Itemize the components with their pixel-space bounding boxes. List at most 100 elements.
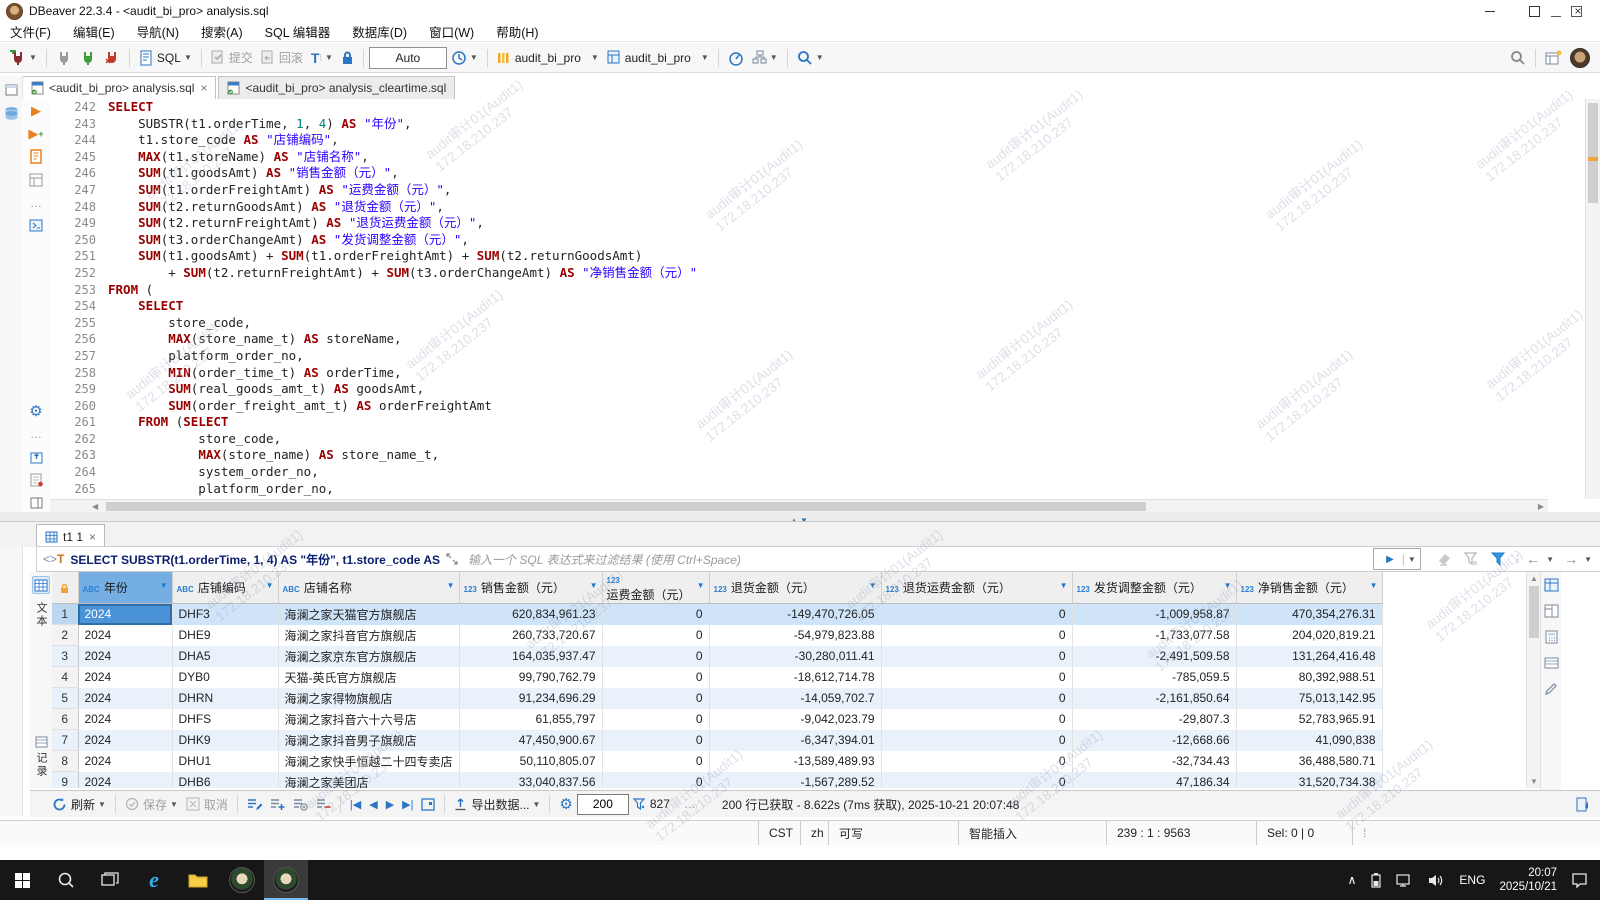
transaction-history-button[interactable]: ▼ xyxy=(449,46,480,70)
cell[interactable]: 31,520,734.38 xyxy=(1236,771,1383,788)
cell[interactable]: 0 xyxy=(602,750,710,772)
commit-button[interactable]: 提交 xyxy=(209,46,255,70)
first-row-button[interactable]: |◀ xyxy=(350,798,361,811)
battery-icon[interactable] xyxy=(1370,872,1382,888)
cell[interactable]: 75,013,142.95 xyxy=(1236,687,1383,709)
maximize-button[interactable] xyxy=(1512,0,1556,22)
cell[interactable]: 0 xyxy=(602,603,710,625)
cell[interactable]: 海澜之家抖音男子旗舰店 xyxy=(278,729,460,751)
cell[interactable]: -1,567,289.52 xyxy=(709,771,882,788)
column-header[interactable]: 123 退货金额（元） ▼ xyxy=(709,572,882,604)
text-view-tab[interactable]: 文本 xyxy=(33,602,49,628)
cell[interactable]: -6,347,394.01 xyxy=(709,729,882,751)
cell[interactable]: 620,834,961.23 xyxy=(459,603,603,625)
cell[interactable]: 0 xyxy=(602,687,710,709)
cell[interactable]: -1,733,077.58 xyxy=(1072,624,1237,646)
grid-vertical-scrollbar[interactable]: ▲ ▼ xyxy=(1526,572,1541,788)
cell[interactable]: 0 xyxy=(602,666,710,688)
execute-statement-button[interactable]: ▶ xyxy=(22,99,50,122)
cell[interactable]: 海澜之家抖音官方旗舰店 xyxy=(278,624,460,646)
sql-editor-button[interactable]: SQL ▼ xyxy=(137,46,194,70)
cell[interactable]: 0 xyxy=(881,750,1073,772)
cell[interactable]: -2,491,509.58 xyxy=(1072,645,1237,667)
cell[interactable]: 海澜之家得物旗舰店 xyxy=(278,687,460,709)
cell[interactable]: 80,392,988.51 xyxy=(1236,666,1383,688)
connect-button[interactable] xyxy=(54,46,74,70)
cell[interactable]: 50,110,805.07 xyxy=(459,750,603,772)
cell[interactable]: 204,020,819.21 xyxy=(1236,624,1383,646)
cell[interactable]: -32,734.43 xyxy=(1072,750,1237,772)
execute-new-tab-button[interactable]: ▶ + xyxy=(22,122,50,145)
cell[interactable]: 33,040,837.56 xyxy=(459,771,603,788)
next-row-button[interactable]: ▶ xyxy=(386,798,394,811)
cell[interactable]: -1,009,958.87 xyxy=(1072,603,1237,625)
cell[interactable]: 海澜之家天猫官方旗舰店 xyxy=(278,603,460,625)
refresh-panel-icon[interactable] xyxy=(1576,797,1590,812)
cell[interactable]: 52,783,965.91 xyxy=(1236,708,1383,730)
column-filter-icon[interactable]: ▼ xyxy=(1060,581,1068,590)
column-header[interactable]: 123 净销售金额（元） ▼ xyxy=(1236,572,1383,604)
result-query-text[interactable]: SELECT SUBSTR(t1.orderTime, 1, 4) AS "年份… xyxy=(70,551,440,568)
cancel-button[interactable]: 取消 xyxy=(184,792,230,816)
cell[interactable]: -13,589,489.93 xyxy=(709,750,882,772)
app-icon-1[interactable] xyxy=(220,860,264,900)
taskbar-clock[interactable]: 20:07 2025/10/21 xyxy=(1499,866,1557,894)
cell[interactable]: 0 xyxy=(881,729,1073,751)
filter-input[interactable]: 输入一个 SQL 表达式来过滤结果 (使用 Ctrl+Space) xyxy=(468,551,741,568)
column-filter-icon[interactable]: ▼ xyxy=(266,581,274,590)
clear-filter-icon[interactable] xyxy=(1437,552,1452,566)
record-view-tab[interactable]: 记录 xyxy=(33,752,49,778)
panel-grid-icon[interactable] xyxy=(1544,578,1559,592)
menu-item[interactable]: SQL 编辑器 xyxy=(265,22,331,41)
previous-row-button[interactable]: ◀ xyxy=(369,798,377,811)
open-perspective-icon[interactable] xyxy=(1543,46,1564,70)
row-number[interactable]: 5 xyxy=(52,687,79,709)
minimize-view-icon[interactable] xyxy=(1551,6,1561,20)
edit-cell-button[interactable] xyxy=(245,792,264,816)
dashboard-button[interactable] xyxy=(726,46,746,70)
column-filter-icon[interactable]: ▼ xyxy=(447,581,455,590)
column-filter-icon[interactable]: ▼ xyxy=(869,581,877,590)
results-tab[interactable]: t1 1 × xyxy=(36,524,106,548)
menu-item[interactable]: 文件(F) xyxy=(10,22,51,41)
maximize-view-icon[interactable] xyxy=(1571,6,1582,20)
cell[interactable]: DHF3 xyxy=(172,603,279,625)
cell[interactable]: 99,790,762.79 xyxy=(459,666,603,688)
editor-settings-gear-icon[interactable]: ⚙ xyxy=(22,399,50,422)
cell[interactable]: 0 xyxy=(881,708,1073,730)
cell[interactable]: -12,668.66 xyxy=(1072,729,1237,751)
menu-item[interactable]: 编辑(E) xyxy=(73,22,115,41)
column-filter-icon[interactable]: ▼ xyxy=(1224,581,1232,590)
cell[interactable]: -54,979,823.88 xyxy=(709,624,882,646)
tray-expand-icon[interactable]: ∧ xyxy=(1348,873,1357,887)
cell[interactable]: 260,733,720.67 xyxy=(459,624,603,646)
cell[interactable]: 0 xyxy=(602,729,710,751)
column-header[interactable]: 123 运费金额（元） ▼ xyxy=(602,572,710,604)
cell[interactable]: 天猫-英氏官方旗舰店 xyxy=(278,666,460,688)
editor-horizontal-scrollbar[interactable]: ◀ ▶ xyxy=(50,499,1548,513)
cell[interactable]: 0 xyxy=(881,771,1073,788)
panel-metadata-icon[interactable] xyxy=(1544,656,1559,670)
log-panel-button[interactable] xyxy=(22,468,50,491)
row-number[interactable]: 2 xyxy=(52,624,79,646)
cell[interactable]: DHE9 xyxy=(172,624,279,646)
duplicate-row-button[interactable] xyxy=(291,792,310,816)
cell[interactable]: -9,042,023.79 xyxy=(709,708,882,730)
cell[interactable]: 0 xyxy=(881,666,1073,688)
cell[interactable]: 41,090,838 xyxy=(1236,729,1383,751)
cell[interactable]: 0 xyxy=(881,624,1073,646)
row-number[interactable]: 7 xyxy=(52,729,79,751)
cell[interactable]: DHU1 xyxy=(172,750,279,772)
more-tools-icon[interactable]: … xyxy=(22,422,50,445)
cell[interactable]: 0 xyxy=(881,687,1073,709)
volume-icon[interactable] xyxy=(1428,873,1445,888)
cell[interactable]: DHK9 xyxy=(172,729,279,751)
menu-item[interactable]: 数据库(D) xyxy=(352,22,407,41)
cell[interactable]: 海澜之家美团店 xyxy=(278,771,460,788)
more-actions-icon[interactable]: … xyxy=(22,191,50,214)
editor-vertical-scrollbar[interactable] xyxy=(1585,99,1600,499)
cell[interactable]: DHB6 xyxy=(172,771,279,788)
filter-icon[interactable] xyxy=(1490,552,1506,566)
history-back-icon[interactable]: ← xyxy=(1526,551,1540,567)
cell[interactable]: 0 xyxy=(881,645,1073,667)
